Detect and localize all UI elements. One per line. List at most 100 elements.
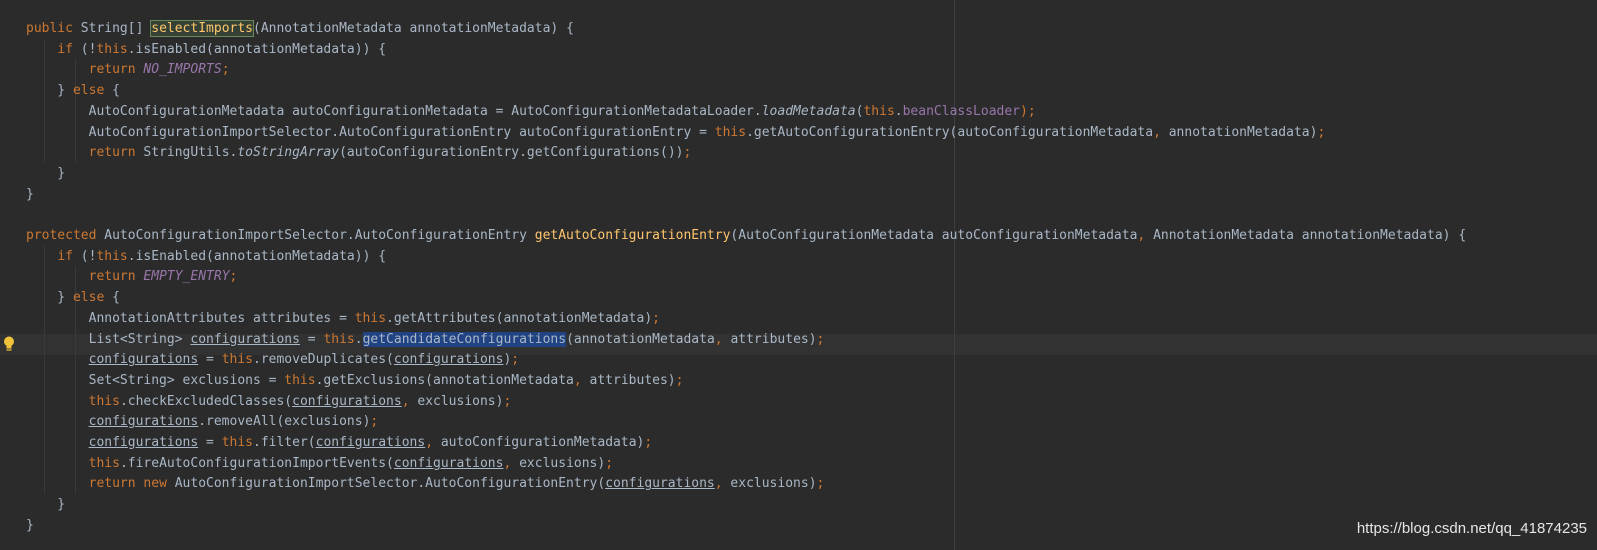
- code-token: (AnnotationMetadata annotationMetadata) …: [253, 21, 574, 36]
- code-editor[interactable]: public String[] selectImports(Annotation…: [0, 0, 1597, 550]
- code-token: if: [57, 248, 81, 264]
- code-line[interactable]: return new AutoConfigurationImportSelect…: [26, 473, 825, 494]
- code-token: ,: [503, 455, 520, 471]
- code-line[interactable]: }: [26, 184, 34, 205]
- code-token: this: [323, 331, 355, 347]
- code-token: exclusions): [417, 393, 504, 409]
- code-line[interactable]: public String[] selectImports(Annotation…: [26, 18, 574, 39]
- code-token: autoConfigurationMetadata): [440, 435, 645, 450]
- code-token: return: [88, 145, 144, 161]
- code-token: .isEnabled(annotationMetadata)) {: [127, 248, 387, 264]
- code-token: List<String>: [26, 331, 191, 347]
- code-line[interactable]: return EMPTY_ENTRY;: [26, 266, 238, 287]
- code-token: annotationMetadata): [1168, 124, 1318, 140]
- code-token: (autoConfigurationEntry.getConfiguration…: [339, 145, 684, 161]
- code-line[interactable]: return NO_IMPORTS;: [26, 59, 230, 80]
- code-line[interactable]: if (!this.isEnabled(annotationMetadata))…: [26, 39, 386, 60]
- code-token: }: [26, 497, 66, 513]
- code-line[interactable]: configurations.removeAll(exclusions);: [26, 411, 379, 432]
- code-line[interactable]: this.fireAutoConfigurationImportEvents(c…: [26, 453, 613, 474]
- code-token: exclusions): [519, 455, 606, 471]
- code-token: configurations: [88, 352, 199, 368]
- code-token: String[]: [80, 21, 152, 36]
- code-token: ;: [816, 476, 825, 492]
- code-token: ;: [503, 393, 512, 409]
- code-token: toStringArray: [237, 145, 340, 161]
- code-token: this: [863, 103, 895, 119]
- code-token: AutoConfigurationImportSelector.AutoConf…: [104, 228, 535, 243]
- code-line[interactable]: List<String> configurations = this.getCa…: [26, 329, 824, 350]
- code-token: this: [221, 352, 253, 368]
- code-line[interactable]: } else {: [26, 80, 120, 101]
- code-line[interactable]: if (!this.isEnabled(annotationMetadata))…: [26, 246, 386, 267]
- code-line[interactable]: protected AutoConfigurationImportSelecto…: [26, 225, 1466, 246]
- code-line[interactable]: }: [26, 494, 65, 515]
- code-token: .getAutoConfigurationEntry(autoConfigura…: [746, 124, 1154, 140]
- code-token: =: [198, 352, 222, 368]
- code-token: {: [112, 83, 120, 99]
- code-token: attributes): [589, 372, 676, 388]
- code-token: ;: [1317, 124, 1326, 140]
- code-token: getCandidateConfigurations: [362, 331, 567, 347]
- code-token: configurations: [190, 331, 300, 347]
- code-token: this: [88, 393, 120, 409]
- code-token: AutoConfigurationMetadata autoConfigurat…: [26, 103, 762, 119]
- code-line[interactable]: AutoConfigurationMetadata autoConfigurat…: [26, 101, 1036, 122]
- code-line[interactable]: AnnotationAttributes attributes = this.g…: [26, 308, 660, 329]
- code-line[interactable]: this.checkExcludedClasses(configurations…: [26, 391, 512, 412]
- intention-bulb-icon[interactable]: [2, 335, 16, 353]
- code-token: AutoConfigurationImportSelector.AutoConf…: [26, 124, 715, 140]
- code-line[interactable]: configurations = this.filter(configurati…: [26, 432, 653, 453]
- code-line[interactable]: }: [26, 515, 34, 536]
- code-token: this: [221, 435, 253, 450]
- code-token: AutoConfigurationImportSelector.AutoConf…: [174, 476, 606, 492]
- code-token: ;: [816, 331, 825, 347]
- code-token: ,: [401, 393, 418, 409]
- code-token: (AutoConfigurationMetadata autoConfigura…: [730, 228, 1138, 243]
- code-line[interactable]: }: [26, 163, 65, 184]
- code-token: this: [88, 455, 120, 471]
- code-token: .: [894, 103, 903, 119]
- code-token: ;: [511, 352, 520, 368]
- code-token: .removeDuplicates(: [253, 352, 394, 368]
- code-line[interactable]: } else {: [26, 287, 120, 308]
- code-line[interactable]: configurations = this.removeDuplicates(c…: [26, 349, 520, 370]
- code-token: ;: [652, 310, 660, 326]
- code-token: this: [96, 248, 128, 264]
- code-token: ;: [644, 435, 653, 450]
- code-token: ,: [425, 435, 441, 450]
- code-token: ;: [683, 145, 692, 161]
- code-token: EMPTY_ENTRY: [143, 269, 230, 285]
- code-line[interactable]: return StringUtils.toStringArray(autoCon…: [26, 142, 692, 163]
- code-token: .checkExcludedClasses(: [119, 393, 293, 409]
- code-token: configurations: [88, 414, 199, 430]
- code-token: .removeAll(exclusions): [198, 414, 371, 430]
- code-token: this: [354, 310, 387, 326]
- code-line[interactable]: AutoConfigurationImportSelector.AutoConf…: [26, 122, 1326, 143]
- code-token: (!: [80, 248, 97, 264]
- code-token: }: [26, 83, 73, 99]
- code-token: configurations: [393, 455, 504, 471]
- code-token: ;: [221, 62, 230, 78]
- code-token: getAutoConfigurationEntry: [534, 228, 731, 243]
- code-line[interactable]: Set<String> exclusions = this.getExclusi…: [26, 370, 684, 391]
- code-token: }: [26, 290, 73, 306]
- code-token: }: [26, 186, 34, 202]
- code-token: );: [1020, 103, 1036, 119]
- watermark-url: https://blog.csdn.net/qq_41874235: [1356, 520, 1587, 537]
- code-token: selectImports: [150, 20, 254, 37]
- code-token: else: [72, 290, 113, 306]
- code-token: public: [26, 21, 81, 36]
- code-token: configurations: [605, 476, 715, 492]
- code-token: configurations: [292, 393, 402, 409]
- code-token: StringUtils.: [143, 145, 238, 161]
- code-token: return new: [88, 476, 175, 492]
